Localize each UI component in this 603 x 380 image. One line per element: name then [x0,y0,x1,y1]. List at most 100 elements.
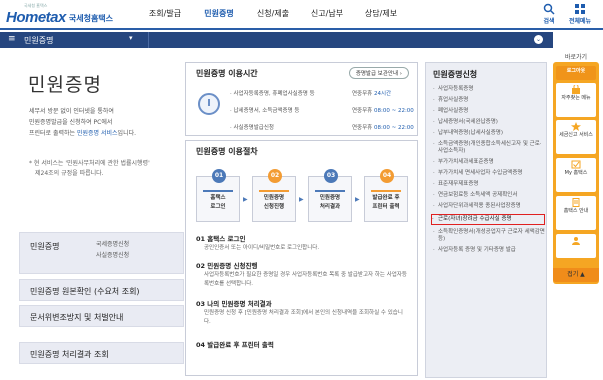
nav-item-filing[interactable]: 신고/납부 [300,8,354,19]
procedure-detail-title: 02 민원증명 신청진행 [196,262,258,270]
hours-row: · 납세증명서, 소득금액증명 등 연중무휴 08:00 ~ 22:00 [230,106,415,114]
hours-row: · 사실증명발급신청 연중무휴 08:00 ~ 22:00 [230,123,415,131]
step-line2: 로그인 [210,204,226,210]
hours-title: 민원증명 이용시간 [196,69,258,78]
logo-en: Hometax [6,9,66,26]
quick-label: 세금신고 서비스 [559,132,593,138]
quick-item-tax-service[interactable]: 세금신고 서비스 [556,120,596,154]
apply-item[interactable]: 사업자단위과세적용 종된사업장증명 [433,203,545,210]
step-text: 발급완료 후 프린터 출력 [365,194,407,212]
apply-item[interactable]: 사업자등록 증명 및 기타증명 발급 [433,247,545,254]
lock-icon [572,85,580,94]
nav-item-inquiry[interactable]: 조회/발급 [138,8,192,19]
left-panel: 민원증명 세무서 방문 없이 인터넷을 통하여 민원증명발급을 신청하여 PC에… [6,55,184,375]
submenu-national-tax[interactable]: 국세증명신청 [96,239,129,250]
left-menu-label: 민원증명 [30,242,60,251]
apply-item[interactable]: 부가가치세 면세사업자 수입금액증명 [433,170,545,177]
desc-line: 민원증명발급을 신청하여 PC에서 [29,119,113,126]
global-nav: 조회/발급 민원증명 신청/제출 신고/납부 상담/제보 [138,8,408,19]
hometax-logo[interactable]: 국세청 홈택스 Hometax 국세청홈택스 [6,3,114,26]
hours-prefix: 연중무휴 [352,91,374,97]
apply-list: 사업자등록증명 휴업사실증명 폐업사실증명 납세증명서(국세완납증명) 납부내역… [431,86,545,258]
procedure-detail-title: 04 발급완료 후 프린터 출력 [196,341,274,349]
logo-kr: 국세청홈택스 [68,14,114,23]
apply-item[interactable]: 부가가치세과세표준증명 [433,159,545,166]
hours-row: · 사업자등록증명, 휴폐업사실증명 등 연중무휴 24시간 [230,89,415,97]
apply-panel: 민원증명신청 사업자등록증명 휴업사실증명 폐업사실증명 납세증명서(국세완납증… [425,62,547,378]
note-line: * 현 서비스는 '민원사무처리에 관한 법률시행령' [29,160,150,167]
desc-text: 프린터로 출력하는 [29,130,77,137]
chevron-down-icon[interactable]: ⌄ [534,35,543,44]
procedure-detail-title: 03 나의 민원증명 처리결과 [196,300,272,308]
star-icon [571,122,581,131]
left-submenu: 국세증명신청 사실증명신청 [96,239,129,261]
hamburger-icon[interactable]: ≡ [8,34,16,44]
logout-label: 로그아웃 [566,68,586,74]
apply-item[interactable]: 폐업사실증명 [433,108,545,115]
step-card: 03 민원증명 처리결과 [308,169,352,222]
apply-item[interactable]: 사업자등록증명 [433,86,545,93]
step-card: 01 홈택스 로그인 [196,169,240,222]
document-icon [572,198,580,207]
hours-time: 08:00 ~ 22:00 [374,125,414,131]
left-menu-original-check[interactable]: 민원증명 원본확인 (수요처 조회) [19,279,184,301]
quick-menu: 로그아웃 자주찾는 메뉴 세금신고 서비스 My 홈택스 홈택스 안내 [553,62,599,284]
quick-label: 홈택스 안내 [563,208,589,214]
location-title[interactable]: 민원증명 [24,35,53,46]
hours-box: 민원증명 이용시간 증명발급 보관안내 › · 사업자등록증명, 휴폐업사실증명… [185,62,418,136]
hours-label: · 납세증명서, 소득금액증명 등 [230,108,300,114]
apply-item[interactable]: 소득확인증명서(개성공업지구 근로자 세액감면 등) [433,229,545,243]
arrow-right-icon: ▶ [355,196,360,203]
quick-collapse-button[interactable]: 접기 ▲ [553,268,599,282]
quick-item-myhometax[interactable]: My 홈택스 [556,158,596,192]
step-text: 홈택스로그인 [197,194,239,212]
left-menu-result[interactable]: 민원증명 처리결과 조회 [19,342,184,364]
quick-item-frequent[interactable]: 자주찾는 메뉴 [556,83,596,117]
left-menu-certificate[interactable]: 민원증명 국세증명신청 사실증명신청 [19,232,184,274]
arrow-right-icon: ▶ [299,196,304,203]
page-description: 세무서 방문 없이 인터넷을 통하여 민원증명발급을 신청하여 PC에서 프린터… [29,106,179,139]
apply-item-highlighted[interactable]: 근로(자녀)장려금 수급사실 증명 [431,214,545,225]
all-menu-button[interactable]: 전체메뉴 [566,3,594,25]
step-number: 03 [324,169,338,183]
hours-label: · 사실증명발급신청 [230,125,274,131]
procedure-detail-desc: 민원증명 신청 후 [민원증명 처리결과 조회]에서 본인의 신청내역을 조회하… [204,310,403,325]
quick-item-empty[interactable] [556,234,596,258]
desc-line: 프린터로 출력하는 민원증명 서비스입니다. [29,128,179,139]
apply-item[interactable]: 휴업사실증명 [433,97,545,104]
apply-item[interactable]: 연금보험료등 소득세액 공제확인서 [433,192,545,199]
step-text: 민원증명 처리결과 [309,194,351,212]
top-header: 국세청 홈택스 Hometax 국세청홈택스 조회/발급 민원증명 신청/제출 … [0,0,603,30]
apply-item[interactable]: 납부내역증명(납세사실증명) [433,130,545,137]
storage-guide-button[interactable]: 증명발급 보관안내 › [348,67,409,79]
law-note: * 현 서비스는 '민원사무처리에 관한 법률시행령' 제24조의 규정을 따릅… [29,159,179,179]
desc-text: 입니다. [117,130,137,137]
hours-value: 연중무휴 24시간 [352,89,391,97]
quick-item-guide[interactable]: 홈택스 안내 [556,196,596,230]
hours-label: · 사업자등록증명, 휴폐업사실증명 등 [230,91,315,97]
arrow-right-icon: ▶ [243,196,248,203]
step-line2: 프린터 출력 [372,204,400,210]
apply-item[interactable]: 납세증명서(국세완납증명) [433,119,545,126]
submenu-fact-cert[interactable]: 사실증명신청 [96,250,129,261]
dropdown-arrow-icon[interactable]: ▾ [129,34,133,42]
left-menu-label: 민원증명 처리결과 조회 [30,350,109,359]
nav-item-certificate[interactable]: 민원증명 [192,8,246,19]
left-menu-forgery[interactable]: 문서위변조방지 및 처벌안내 [19,305,184,327]
procedure-detail-desc: 공인인증서 또는 아이디/비밀번호로 로그인합니다. [204,245,320,251]
logout-button[interactable]: 로그아웃 [556,66,596,80]
nav-item-application[interactable]: 신청/제출 [246,8,300,19]
step-line2: 신청진행 [263,204,285,210]
apply-item[interactable]: 표준재무제표증명 [433,181,545,188]
apply-title: 민원증명신청 [433,70,478,79]
left-menu-label: 문서위변조방지 및 처벌안내 [30,313,124,322]
all-menu-label: 전체메뉴 [568,18,592,25]
apply-item[interactable]: 소득금액증명(개인종합소득세신고자 및 근로·사업소득자) [433,141,545,155]
nav-item-consult[interactable]: 상담/제보 [354,8,408,19]
quick-title: 바로가기 [564,54,588,61]
search-button[interactable]: 검색 [535,3,563,25]
checkbox-icon [571,160,581,169]
step-line1: 홈택스 [210,195,226,201]
hours-prefix: 연중무휴 [352,125,374,131]
hours-value: 연중무휴 08:00 ~ 22:00 [352,123,414,131]
